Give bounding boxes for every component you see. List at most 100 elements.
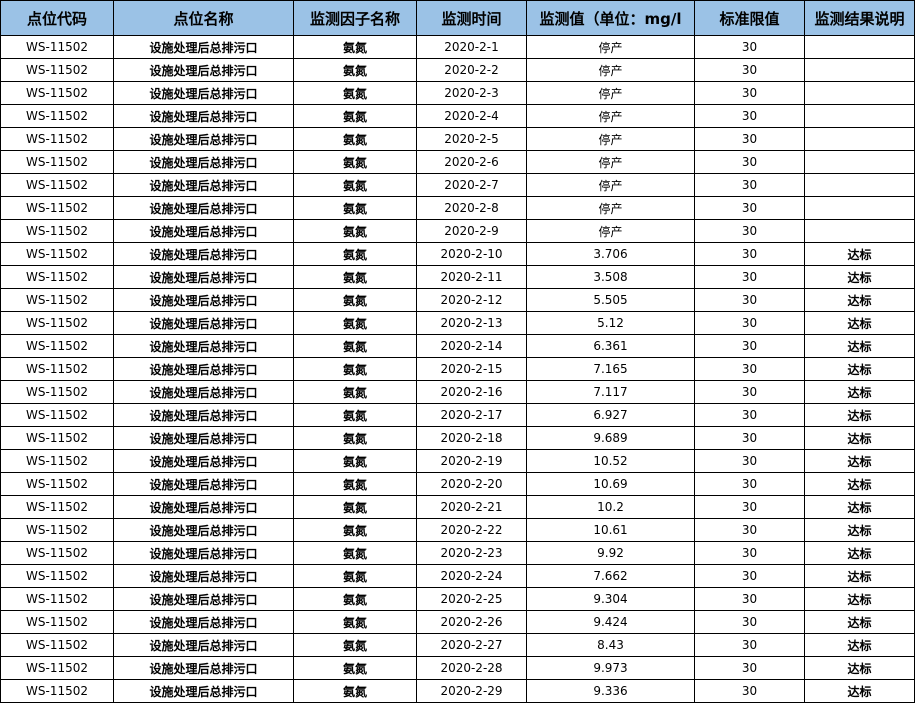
cell-point-code: WS-11502 (0, 426, 114, 450)
cell-point-name: 设施处理后总排污口 (113, 150, 294, 174)
cell-standard-limit: 30 (694, 403, 805, 427)
cell-point-code: WS-11502 (0, 656, 114, 680)
cell-factor-name: 氨氮 (293, 357, 417, 381)
cell-standard-limit: 30 (694, 633, 805, 657)
cell-monitor-time: 2020-2-6 (416, 150, 527, 174)
cell-standard-limit: 30 (694, 127, 805, 151)
table-row: WS-11502 设施处理后总排污口 氨氮 2020-2-2 停产 30 (0, 58, 915, 82)
table-row: WS-11502 设施处理后总排污口 氨氮 2020-2-3 停产 30 (0, 81, 915, 105)
cell-monitor-time: 2020-2-16 (416, 380, 527, 404)
cell-point-code: WS-11502 (0, 449, 114, 473)
cell-standard-limit: 30 (694, 288, 805, 312)
cell-standard-limit: 30 (694, 679, 805, 703)
table-row: WS-11502 设施处理后总排污口 氨氮 2020-2-17 6.927 30 达标 (0, 403, 915, 427)
cell-standard-limit: 30 (694, 380, 805, 404)
cell-point-name: 设施处理后总排污口 (113, 564, 294, 588)
cell-point-code: WS-11502 (0, 610, 114, 634)
cell-standard-limit: 30 (694, 173, 805, 197)
cell-monitor-time: 2020-2-27 (416, 633, 527, 657)
monitoring-table: 点位代码 点位名称 监测因子名称 监测时间 监测值（单位：mg/l 标准限值 监… (0, 0, 915, 703)
cell-standard-limit: 30 (694, 564, 805, 588)
table-row: WS-11502 设施处理后总排污口 氨氮 2020-2-24 7.662 30 达标 (0, 564, 915, 588)
cell-point-name: 设施处理后总排污口 (113, 127, 294, 151)
header-monitor-value: 监测值（单位：mg/l (526, 0, 695, 36)
cell-result-note: 达标 (804, 426, 915, 450)
cell-monitor-value: 10.2 (526, 495, 695, 519)
cell-factor-name: 氨氮 (293, 173, 417, 197)
cell-point-name: 设施处理后总排污口 (113, 104, 294, 128)
cell-monitor-value: 停产 (526, 219, 695, 243)
cell-result-note (804, 35, 915, 59)
cell-point-name: 设施处理后总排污口 (113, 58, 294, 82)
cell-point-code: WS-11502 (0, 265, 114, 289)
table-row: WS-11502 设施处理后总排污口 氨氮 2020-2-4 停产 30 (0, 104, 915, 128)
cell-point-code: WS-11502 (0, 679, 114, 703)
cell-factor-name: 氨氮 (293, 587, 417, 611)
header-row: 点位代码 点位名称 监测因子名称 监测时间 监测值（单位：mg/l 标准限值 监… (0, 0, 915, 36)
cell-factor-name: 氨氮 (293, 633, 417, 657)
cell-point-name: 设施处理后总排污口 (113, 403, 294, 427)
cell-factor-name: 氨氮 (293, 403, 417, 427)
cell-result-note: 达标 (804, 449, 915, 473)
table-row: WS-11502 设施处理后总排污口 氨氮 2020-2-20 10.69 30 达标 (0, 472, 915, 496)
cell-standard-limit: 30 (694, 81, 805, 105)
cell-point-code: WS-11502 (0, 58, 114, 82)
cell-result-note (804, 150, 915, 174)
cell-factor-name: 氨氮 (293, 311, 417, 335)
cell-monitor-time: 2020-2-5 (416, 127, 527, 151)
table-row: WS-11502 设施处理后总排污口 氨氮 2020-2-9 停产 30 (0, 219, 915, 243)
cell-monitor-time: 2020-2-29 (416, 679, 527, 703)
cell-result-note: 达标 (804, 288, 915, 312)
cell-result-note (804, 104, 915, 128)
cell-point-code: WS-11502 (0, 219, 114, 243)
cell-monitor-time: 2020-2-22 (416, 518, 527, 542)
cell-standard-limit: 30 (694, 35, 805, 59)
cell-factor-name: 氨氮 (293, 58, 417, 82)
cell-factor-name: 氨氮 (293, 150, 417, 174)
cell-factor-name: 氨氮 (293, 334, 417, 358)
cell-factor-name: 氨氮 (293, 81, 417, 105)
cell-factor-name: 氨氮 (293, 610, 417, 634)
cell-point-code: WS-11502 (0, 495, 114, 519)
cell-point-name: 设施处理后总排污口 (113, 656, 294, 680)
cell-point-name: 设施处理后总排污口 (113, 380, 294, 404)
cell-point-name: 设施处理后总排污口 (113, 35, 294, 59)
cell-standard-limit: 30 (694, 242, 805, 266)
cell-point-name: 设施处理后总排污口 (113, 81, 294, 105)
table-row: WS-11502 设施处理后总排污口 氨氮 2020-2-14 6.361 30 达标 (0, 334, 915, 358)
cell-result-note: 达标 (804, 564, 915, 588)
cell-monitor-value: 10.69 (526, 472, 695, 496)
table-row: WS-11502 设施处理后总排污口 氨氮 2020-2-1 停产 30 (0, 35, 915, 59)
cell-monitor-value: 停产 (526, 196, 695, 220)
cell-result-note: 达标 (804, 656, 915, 680)
cell-factor-name: 氨氮 (293, 472, 417, 496)
cell-point-name: 设施处理后总排污口 (113, 334, 294, 358)
cell-standard-limit: 30 (694, 426, 805, 450)
cell-standard-limit: 30 (694, 58, 805, 82)
cell-standard-limit: 30 (694, 265, 805, 289)
cell-monitor-time: 2020-2-26 (416, 610, 527, 634)
cell-factor-name: 氨氮 (293, 288, 417, 312)
cell-monitor-value: 9.336 (526, 679, 695, 703)
cell-monitor-value: 6.927 (526, 403, 695, 427)
table-row: WS-11502 设施处理后总排污口 氨氮 2020-2-28 9.973 30 达标 (0, 656, 915, 680)
cell-point-name: 设施处理后总排污口 (113, 518, 294, 542)
cell-point-name: 设施处理后总排污口 (113, 311, 294, 335)
cell-monitor-value: 9.973 (526, 656, 695, 680)
cell-monitor-value: 9.689 (526, 426, 695, 450)
header-monitor-time: 监测时间 (416, 0, 527, 36)
cell-standard-limit: 30 (694, 104, 805, 128)
cell-standard-limit: 30 (694, 357, 805, 381)
cell-monitor-value: 停产 (526, 150, 695, 174)
cell-result-note: 达标 (804, 265, 915, 289)
table-row: WS-11502 设施处理后总排污口 氨氮 2020-2-5 停产 30 (0, 127, 915, 151)
cell-monitor-time: 2020-2-12 (416, 288, 527, 312)
cell-point-name: 设施处理后总排污口 (113, 265, 294, 289)
cell-monitor-time: 2020-2-21 (416, 495, 527, 519)
cell-monitor-time: 2020-2-10 (416, 242, 527, 266)
cell-factor-name: 氨氮 (293, 679, 417, 703)
cell-monitor-value: 3.508 (526, 265, 695, 289)
cell-standard-limit: 30 (694, 219, 805, 243)
table-row: WS-11502 设施处理后总排污口 氨氮 2020-2-23 9.92 30 达标 (0, 541, 915, 565)
cell-monitor-value: 7.117 (526, 380, 695, 404)
